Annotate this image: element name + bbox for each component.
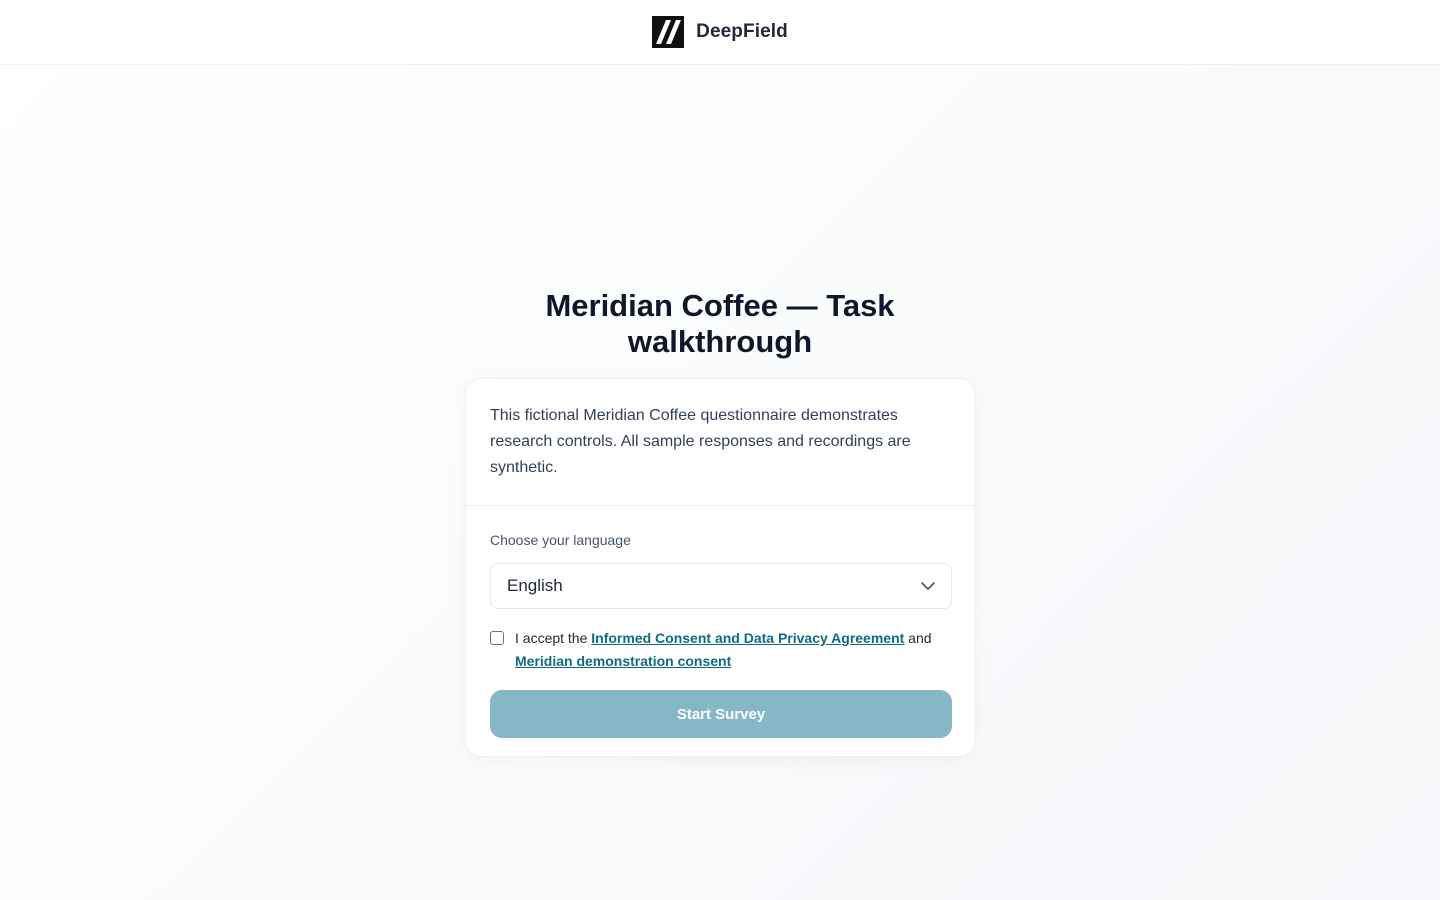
language-select[interactable]: English — [490, 563, 952, 609]
informed-consent-link[interactable]: Informed Consent and Data Privacy Agreem… — [591, 630, 904, 646]
consent-middle: and — [904, 630, 932, 646]
demonstration-consent-link[interactable]: Meridian demonstration consent — [515, 653, 731, 669]
consent-text: I accept the Informed Consent and Data P… — [515, 627, 950, 673]
start-survey-button[interactable]: Start Survey — [490, 690, 952, 738]
consent-row: I accept the Informed Consent and Data P… — [490, 627, 950, 673]
brand-slash-logo-icon — [652, 16, 685, 48]
page-title: Meridian Coffee — Task walkthrough — [545, 288, 895, 359]
brand-name: DeepField — [696, 21, 788, 42]
language-selected-value: English — [507, 576, 563, 595]
consent-checkbox[interactable] — [490, 631, 504, 645]
chevron-down-icon — [919, 577, 937, 595]
consent-prefix: I accept the — [515, 630, 592, 646]
survey-start-card: This fictional Meridian Coffee questionn… — [465, 378, 975, 757]
card-intro: This fictional Meridian Coffee questionn… — [466, 379, 974, 506]
main-content: Meridian Coffee — Task walkthrough This … — [0, 65, 1440, 900]
language-label: Choose your language — [490, 532, 631, 548]
card-body: Choose your language English I accept th… — [466, 506, 974, 738]
intro-text: This fictional Meridian Coffee questionn… — [490, 407, 911, 476]
brand[interactable]: DeepField — [652, 16, 788, 48]
top-bar: DeepField — [0, 0, 1440, 65]
